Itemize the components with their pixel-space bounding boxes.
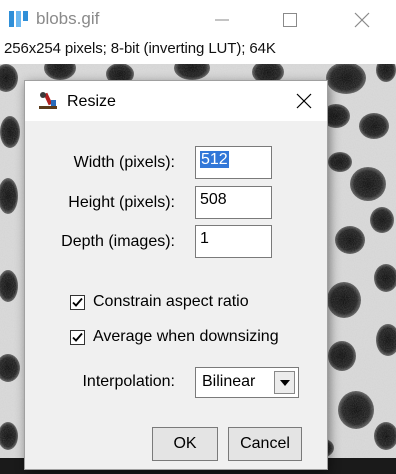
ok-button[interactable]: OK [152, 427, 218, 461]
interpolation-label: Interpolation: [82, 373, 175, 390]
resize-dialog: Resize Width (pixels): 512 Height (pixel… [24, 80, 328, 470]
width-label: Width (pixels): [73, 154, 175, 171]
close-icon [296, 93, 312, 109]
interpolation-value: Bilinear [202, 373, 256, 390]
close-icon [354, 12, 370, 28]
dialog-titlebar: Resize [25, 81, 327, 121]
dialog-close-button[interactable] [287, 85, 321, 117]
constrain-aspect-checkbox-row[interactable]: Constrain aspect ratio [70, 293, 249, 311]
minimize-button[interactable] [196, 0, 248, 40]
close-button[interactable] [336, 0, 388, 40]
height-label: Height (pixels): [68, 194, 175, 211]
height-value: 508 [200, 191, 227, 208]
constrain-aspect-checkbox[interactable] [70, 294, 85, 310]
microscope-icon [37, 90, 59, 110]
maximize-button[interactable] [264, 0, 316, 40]
average-downsizing-checkbox[interactable] [70, 329, 85, 345]
dialog-title: Resize [67, 93, 116, 110]
interpolation-select[interactable]: Bilinear [195, 367, 299, 398]
image-info-text: 256x254 pixels; 8-bit (inverting LUT); 6… [4, 40, 276, 57]
checkmark-icon [72, 332, 83, 342]
checkmark-icon [72, 297, 83, 307]
minimize-icon [215, 19, 229, 21]
dropdown-arrow-button[interactable] [274, 371, 295, 394]
height-input[interactable]: 508 [195, 186, 272, 219]
average-downsizing-checkbox-row[interactable]: Average when downsizing [70, 328, 279, 346]
average-downsizing-label: Average when downsizing [93, 328, 279, 345]
cancel-button[interactable]: Cancel [228, 427, 302, 461]
depth-label: Depth (images): [61, 233, 175, 250]
chevron-down-icon [279, 379, 290, 386]
width-input[interactable]: 512 [195, 146, 272, 179]
constrain-aspect-label: Constrain aspect ratio [93, 293, 249, 310]
depth-input[interactable]: 1 [195, 225, 272, 258]
depth-value: 1 [200, 230, 209, 247]
window-title: blobs.gif [36, 9, 100, 28]
window-titlebar: blobs.gif [0, 0, 396, 40]
imagej-app-icon [8, 9, 30, 29]
maximize-icon [283, 13, 297, 27]
width-value: 512 [200, 151, 229, 168]
